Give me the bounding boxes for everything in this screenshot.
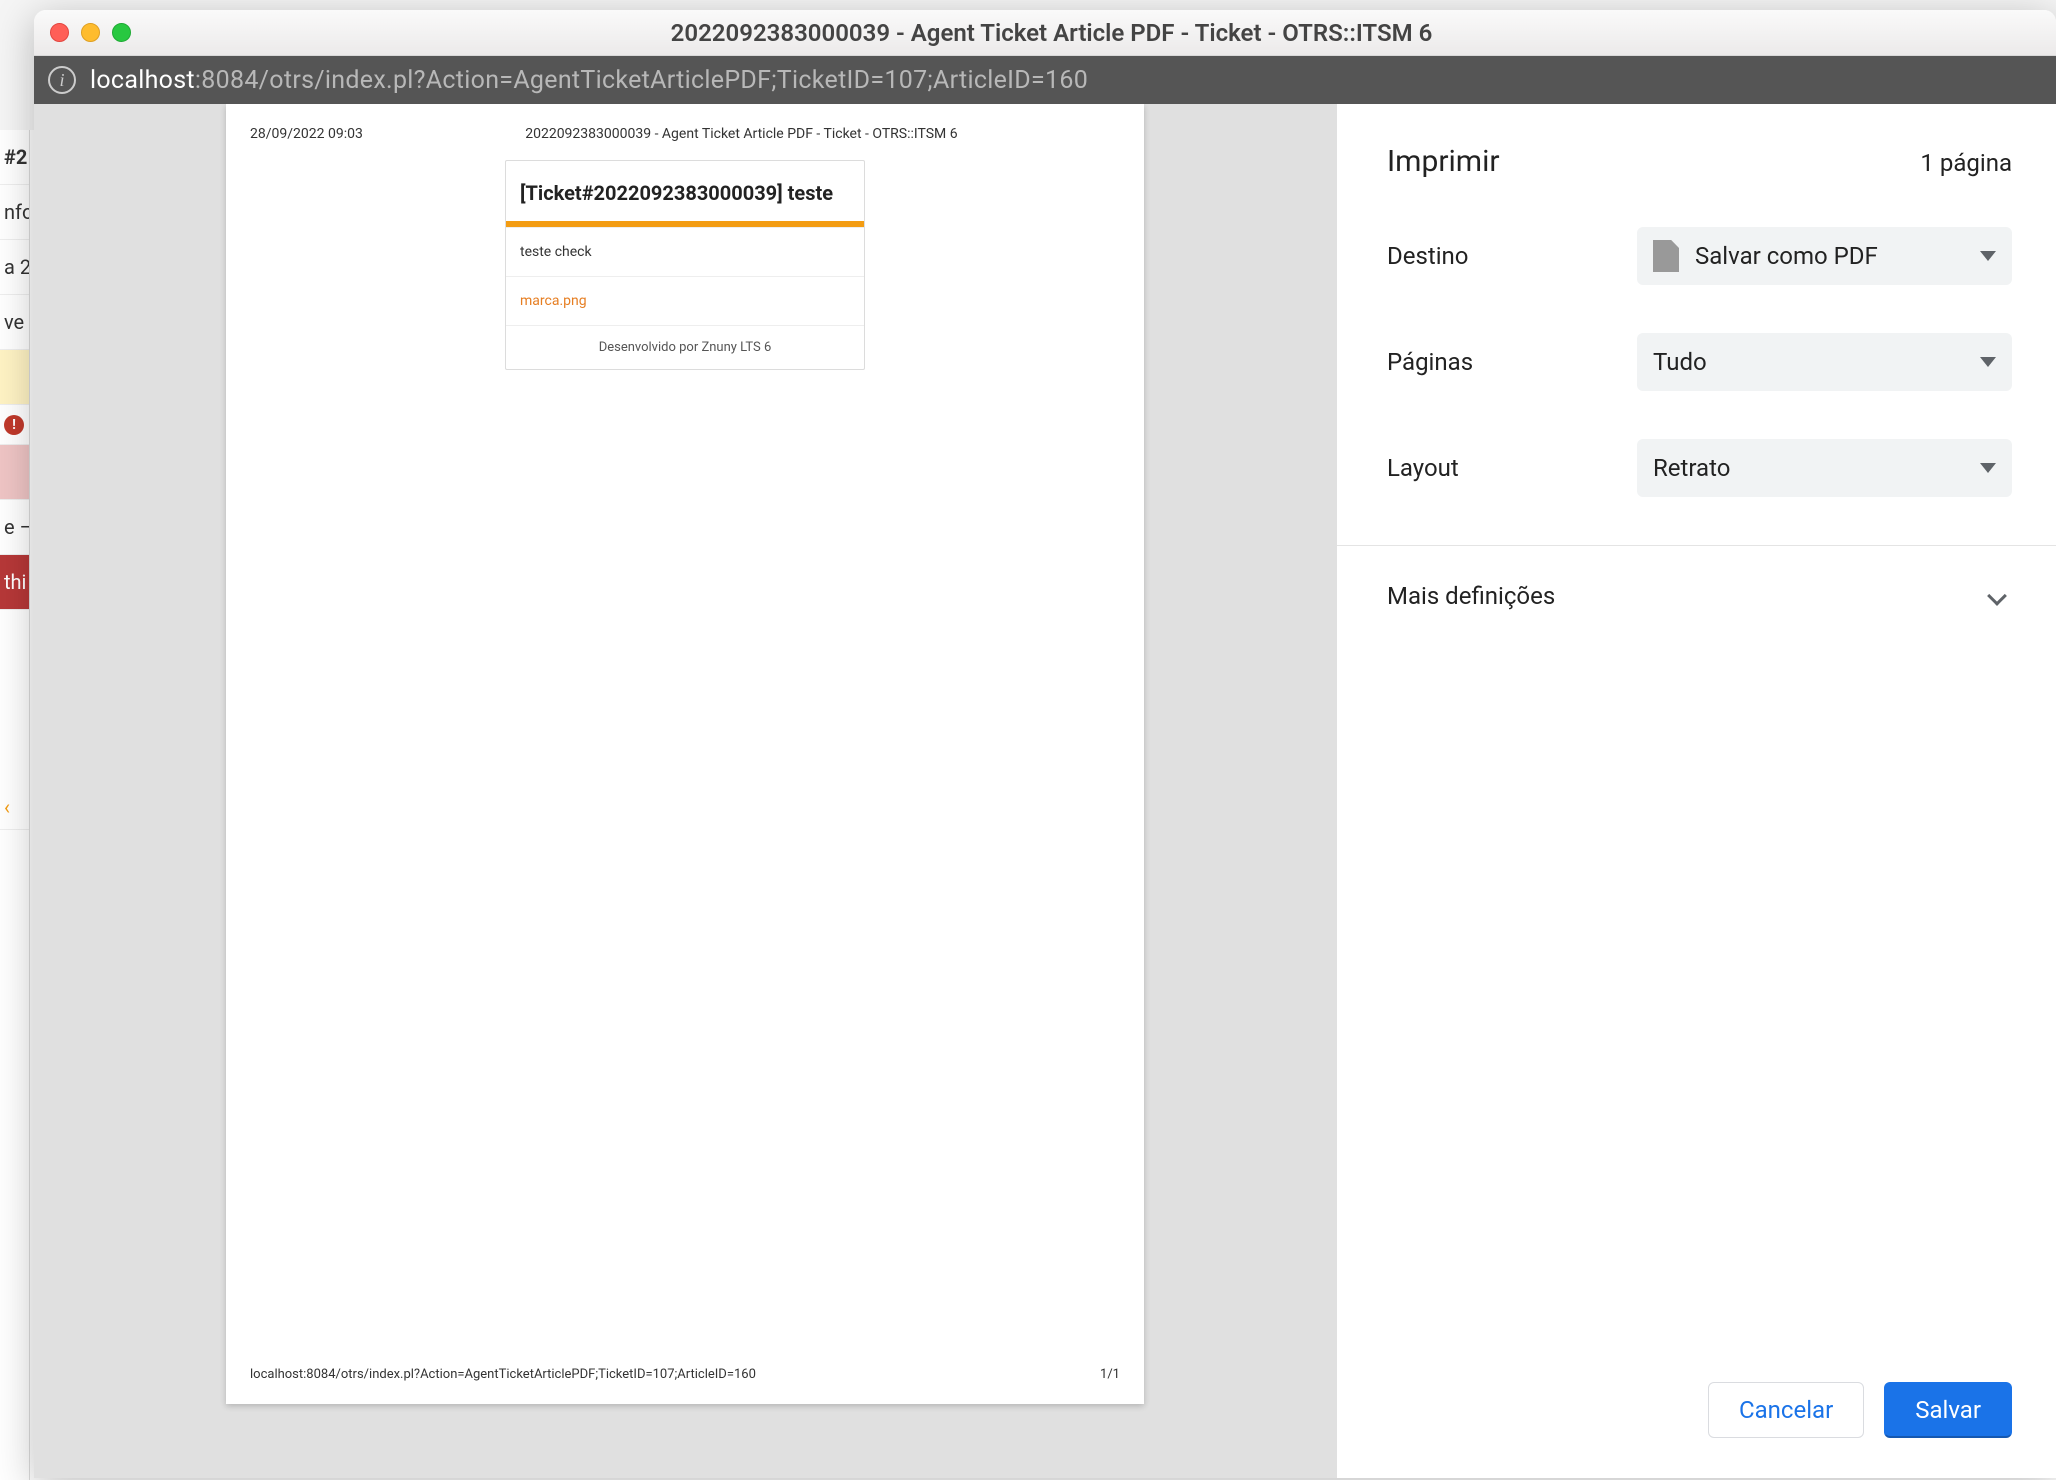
layout-value: Retrato [1653,454,1964,482]
more-settings-label: Mais definições [1387,582,1555,610]
url-text[interactable]: localhost:8084/otrs/index.pl?Action=Agen… [90,66,1088,95]
destination-label: Destino [1387,242,1637,270]
chevron-down-icon [1987,586,2007,606]
save-button[interactable]: Salvar [1884,1382,2012,1438]
pages-select[interactable]: Tudo [1637,333,2012,391]
window-title: 2022092383000039 - Agent Ticket Article … [63,19,2040,47]
preview-header-title: 2022092383000039 - Agent Ticket Article … [363,126,1120,142]
page-count: 1 página [1920,149,2012,177]
destination-value: Salvar como PDF [1695,242,1964,270]
pages-label: Páginas [1387,348,1637,376]
more-settings-toggle[interactable]: Mais definições [1387,546,2012,646]
layout-label: Layout [1387,454,1637,482]
ticket-box: [Ticket#2022092383000039] teste teste ch… [505,160,865,370]
print-dialog-window: 2022092383000039 - Agent Ticket Article … [34,10,2056,1478]
print-preview-pane: 28/09/2022 09:03 2022092383000039 - Agen… [34,104,1336,1478]
chevron-down-icon [1980,463,1996,473]
print-settings-panel: Imprimir 1 página Destino Salvar como PD… [1336,104,2056,1478]
ticket-footer: Desenvolvido por Znuny LTS 6 [506,325,864,369]
ticket-attachment-link: marca.png [506,276,864,325]
panel-title: Imprimir [1387,144,1500,179]
preview-footer-page: 1/1 [1100,1367,1120,1382]
address-bar: i localhost:8084/otrs/index.pl?Action=Ag… [34,56,2056,104]
ticket-body-text: teste check [506,227,864,276]
layout-select[interactable]: Retrato [1637,439,2012,497]
destination-select[interactable]: Salvar como PDF [1637,227,2012,285]
preview-page: 28/09/2022 09:03 2022092383000039 - Agen… [226,104,1144,1404]
chevron-down-icon [1980,251,1996,261]
preview-timestamp: 28/09/2022 09:03 [250,126,363,142]
ticket-title: [Ticket#2022092383000039] teste [506,161,864,221]
pages-value: Tudo [1653,348,1964,376]
background-window-sliver: #2 nfo a 2 ve ! e – thi ‹ [0,130,30,1480]
preview-footer-url: localhost:8084/otrs/index.pl?Action=Agen… [250,1367,756,1382]
info-icon[interactable]: i [48,66,76,94]
titlebar: 2022092383000039 - Agent Ticket Article … [34,10,2056,56]
chevron-down-icon [1980,357,1996,367]
pdf-file-icon [1653,240,1679,272]
cancel-button[interactable]: Cancelar [1708,1382,1864,1438]
